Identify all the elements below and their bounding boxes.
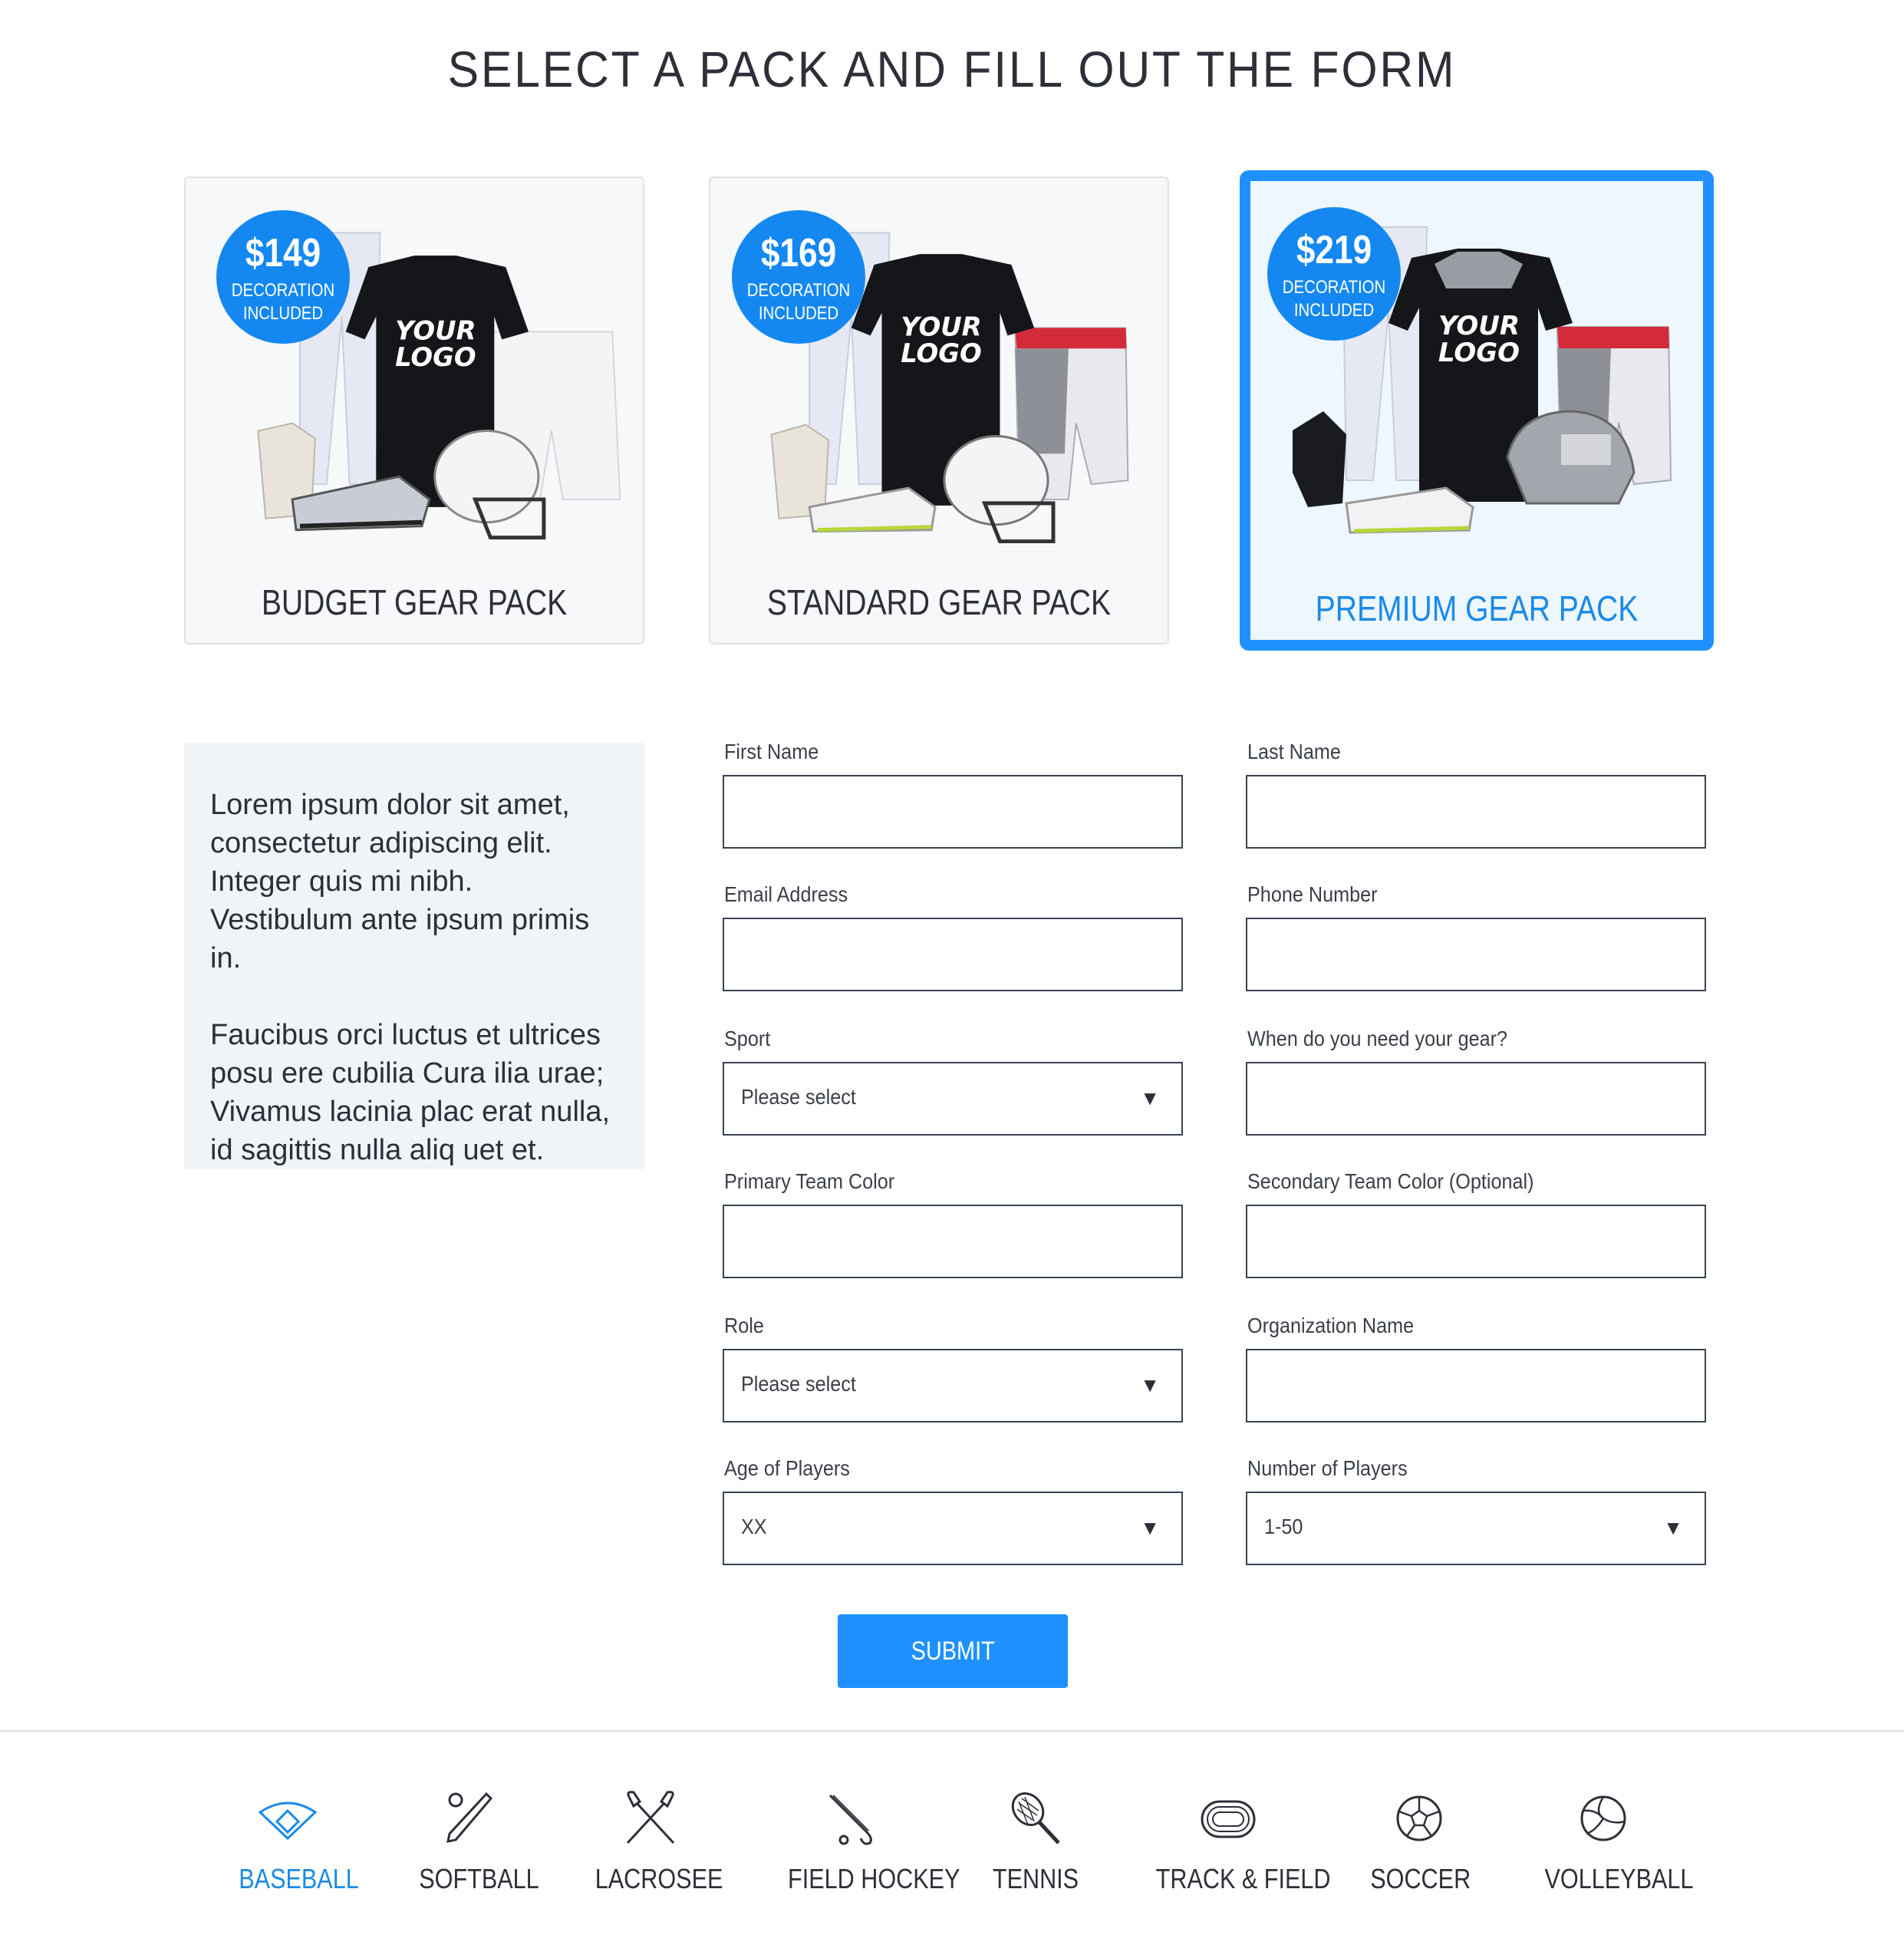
your-logo-text: YOUR (395, 315, 476, 345)
sport-item-field-hockey[interactable]: FIELD HOCKEY (776, 1788, 960, 1910)
org-name-label: Organization Name (1247, 1314, 1415, 1337)
page-title: SELECT A PACK AND FILL OUT THE FORM (447, 41, 1457, 97)
primary-color-label: Primary Team Color (724, 1169, 895, 1193)
pack-label: BUDGET GEAR PACK (261, 582, 568, 622)
sport-label: Sport (724, 1027, 771, 1050)
caret-down-icon: ▼ (1140, 1373, 1160, 1396)
price-badge: $219 DECORATION INCLUDED (1267, 207, 1401, 341)
svg-text:YOUR: YOUR (1438, 311, 1520, 341)
num-players-select[interactable]: 1-50 ▼ (1246, 1492, 1706, 1565)
sport-item-lacrosse[interactable]: LACROSEE (585, 1788, 723, 1910)
soccer-ball-icon (1396, 1795, 1442, 1841)
submit-button[interactable]: SUBMIT (838, 1614, 1068, 1688)
baseball-diamond-icon (258, 1802, 318, 1841)
svg-text:LOGO: LOGO (901, 338, 981, 368)
age-label: Age of Players (724, 1456, 850, 1480)
field-hockey-stick-icon (828, 1794, 872, 1845)
phone-field[interactable] (1246, 918, 1706, 991)
email-label: Email Address (724, 882, 848, 906)
sport-item-track-field[interactable]: TRACK & FIELD (1143, 1788, 1331, 1910)
secondary-color-field[interactable] (1246, 1205, 1706, 1278)
first-name-label: First Name (724, 740, 819, 763)
sport-item-volleyball[interactable]: VOLLEYBALL (1534, 1788, 1693, 1910)
pack-card-standard[interactable]: YOUR LOGO $169 DECORATION INCLUDED STAND… (709, 176, 1169, 644)
email-field[interactable] (723, 918, 1183, 991)
running-track-icon (1201, 1800, 1256, 1838)
gear-date-label: When do you need your gear? (1247, 1027, 1508, 1050)
svg-text:YOUR: YOUR (901, 312, 981, 341)
sport-item-baseball[interactable]: BASEBALL (230, 1788, 359, 1910)
softball-bat-icon (446, 1792, 493, 1843)
gear-date-field[interactable] (1246, 1062, 1706, 1136)
lacrosse-sticks-icon (626, 1791, 675, 1844)
phone-label: Phone Number (1247, 882, 1378, 906)
last-name-label: Last Name (1247, 740, 1341, 763)
pack-card-budget[interactable]: YOUR LOGO $149 DECORATION INCLUDED BUDGE… (184, 176, 644, 644)
org-name-field[interactable] (1246, 1349, 1706, 1422)
first-name-field[interactable] (723, 775, 1183, 849)
role-select[interactable]: Please select ▼ (723, 1349, 1183, 1422)
svg-text:LOGO: LOGO (1438, 338, 1520, 368)
pack-label: PREMIUM GEAR PACK (1315, 588, 1639, 628)
tennis-racket-icon (1011, 1792, 1060, 1844)
volleyball-icon (1580, 1795, 1626, 1841)
info-box: Lorem ipsum dolor sit amet, consectetur … (184, 743, 644, 1169)
sport-item-soccer[interactable]: SOCCER (1362, 1788, 1477, 1910)
age-select[interactable]: XX ▼ (723, 1492, 1183, 1565)
info-paragraph: Faucibus orci luctus et ultrices posu er… (210, 1019, 611, 1166)
sport-select[interactable]: Please select ▼ (723, 1062, 1183, 1136)
price-badge: $169 DECORATION INCLUDED (732, 210, 865, 344)
svg-text:LOGO: LOGO (395, 342, 476, 372)
sport-item-softball[interactable]: SOFTBALL (410, 1788, 539, 1910)
sport-item-tennis[interactable]: TENNIS (978, 1788, 1093, 1910)
primary-color-field[interactable] (723, 1205, 1183, 1278)
num-players-label: Number of Players (1247, 1456, 1408, 1480)
last-name-field[interactable] (1246, 775, 1706, 849)
role-label: Role (724, 1314, 764, 1337)
caret-down-icon: ▼ (1140, 1516, 1160, 1539)
pack-card-premium[interactable]: YOUR LOGO $219 DECORATION INCLUDED PREMI… (1240, 170, 1714, 651)
caret-down-icon: ▼ (1663, 1516, 1683, 1539)
price-badge: $149 DECORATION INCLUDED (216, 210, 350, 344)
caret-down-icon: ▼ (1140, 1086, 1160, 1109)
divider (0, 1730, 1904, 1732)
pack-label: STANDARD GEAR PACK (766, 582, 1112, 622)
secondary-color-label: Secondary Team Color (Optional) (1247, 1169, 1534, 1193)
info-paragraph: Lorem ipsum dolor sit amet, consectetur … (210, 789, 590, 974)
